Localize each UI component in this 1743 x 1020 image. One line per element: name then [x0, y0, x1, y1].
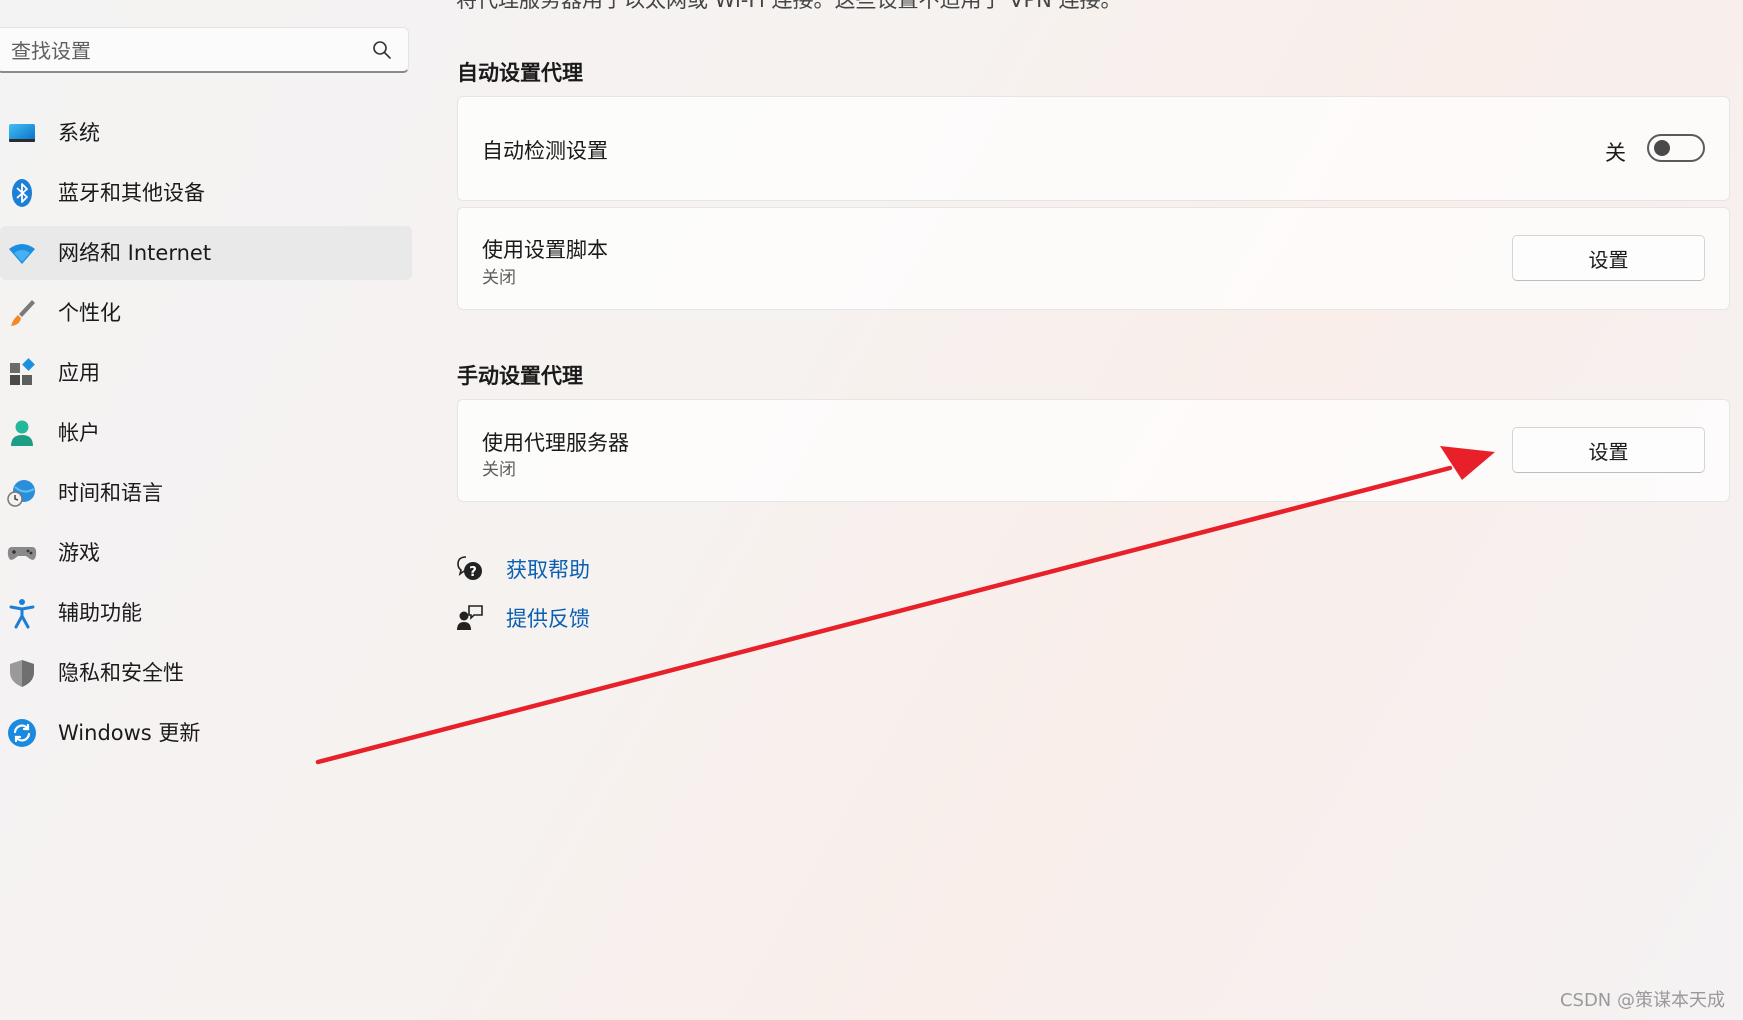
help-chat-icon: ?	[457, 556, 482, 580]
gamepad-icon	[7, 547, 37, 560]
arrow-shaft	[315, 465, 1453, 765]
feedback-icon	[457, 605, 483, 630]
toggle-knob	[1654, 140, 1670, 156]
setup-script-label: 使用设置脚本	[482, 238, 608, 262]
sidebar-item-network[interactable]: 网络和 Internet	[0, 226, 412, 280]
proxy-description: 将代理服务器用于以太网或 Wi-Fi 连接。这些设置不适用于 VPN 连接。	[456, 0, 1122, 12]
apps-icon	[10, 358, 35, 385]
sidebar-item-privacy[interactable]: 隐私和安全性	[0, 646, 412, 700]
update-icon	[8, 719, 36, 747]
sidebar-item-apps[interactable]: 应用	[0, 346, 412, 400]
sidebar-item-label: 系统	[58, 121, 100, 145]
sidebar-item-windows-update[interactable]: Windows 更新	[0, 706, 412, 760]
sidebar-item-label: 蓝牙和其他设备	[58, 181, 205, 205]
sidebar-item-accounts[interactable]: 帐户	[0, 406, 412, 460]
sidebar-item-label: 游戏	[58, 541, 100, 565]
proxy-server-status: 关闭	[482, 460, 516, 480]
account-icon	[11, 420, 33, 446]
setup-script-status: 关闭	[482, 268, 516, 288]
sidebar-item-label: 个性化	[58, 301, 121, 325]
sidebar-item-label: 帐户	[58, 421, 100, 445]
setup-script-card: 使用设置脚本 关闭 设置	[457, 207, 1730, 310]
sidebar-item-label: 时间和语言	[58, 481, 163, 505]
sidebar-item-time-language[interactable]: 时间和语言	[0, 466, 412, 520]
sidebar-item-gaming[interactable]: 游戏	[0, 526, 412, 580]
manual-proxy-section-title: 手动设置代理	[457, 364, 583, 388]
get-help-link[interactable]: 获取帮助	[506, 554, 590, 584]
bluetooth-icon	[12, 179, 32, 207]
wifi-icon	[9, 244, 35, 264]
sidebar-item-personalization[interactable]: 个性化	[0, 286, 412, 340]
shield-icon	[10, 660, 34, 687]
sidebar-item-label: 辅助功能	[58, 601, 142, 625]
sidebar-item-label: 网络和 Internet	[58, 241, 212, 265]
auto-proxy-section-title: 自动设置代理	[457, 61, 583, 85]
sidebar-item-system[interactable]: 系统	[0, 106, 412, 160]
sidebar-item-label: 隐私和安全性	[58, 661, 184, 685]
search-box[interactable]	[0, 27, 409, 73]
search-icon[interactable]	[372, 40, 392, 60]
auto-detect-card: 自动检测设置 关	[457, 96, 1730, 201]
auto-detect-label: 自动检测设置	[482, 139, 608, 163]
search-input[interactable]	[9, 36, 353, 66]
sidebar-item-label: 应用	[58, 361, 100, 385]
proxy-server-settings-button[interactable]: 设置	[1512, 427, 1705, 473]
paintbrush-icon	[11, 300, 35, 326]
auto-detect-state: 关	[1605, 141, 1626, 165]
globe-clock-icon	[7, 480, 35, 507]
sidebar-item-label: Windows 更新	[58, 721, 201, 745]
sidebar-item-accessibility[interactable]: 辅助功能	[0, 586, 412, 640]
proxy-server-label: 使用代理服务器	[482, 431, 629, 455]
system-monitor-icon	[9, 124, 35, 142]
feedback-link[interactable]: 提供反馈	[506, 603, 590, 633]
sidebar-nav: 系统 蓝牙和其他设备 网络和 Internet 个性化 应用 帐户 时间和语言 …	[0, 106, 412, 766]
accessibility-icon	[9, 599, 35, 629]
watermark: CSDN @策谋本天成	[1559, 990, 1725, 1011]
sidebar-item-bluetooth[interactable]: 蓝牙和其他设备	[0, 166, 412, 220]
auto-detect-toggle[interactable]	[1647, 134, 1705, 162]
proxy-server-card: 使用代理服务器 关闭 设置	[457, 399, 1730, 502]
setup-script-settings-button[interactable]: 设置	[1512, 235, 1705, 281]
svg-text:?: ?	[469, 565, 477, 580]
